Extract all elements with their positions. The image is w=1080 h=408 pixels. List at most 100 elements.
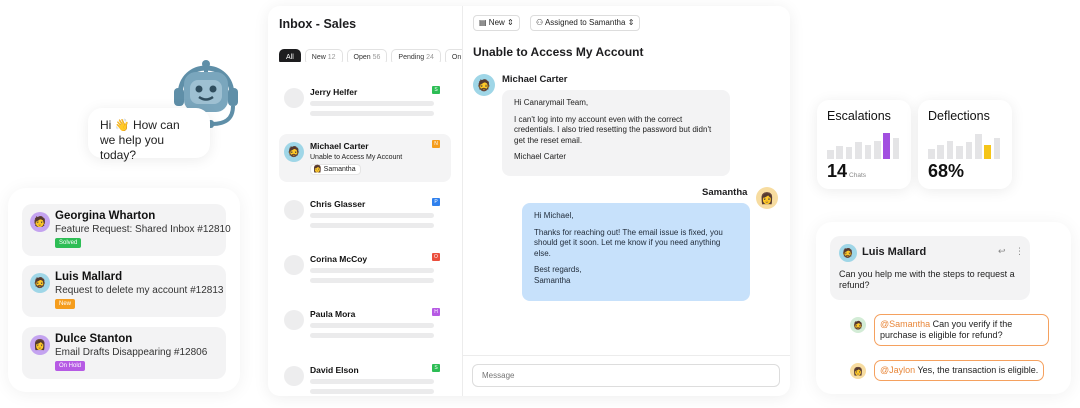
message-line: Michael Carter (514, 152, 567, 161)
ticket-subject: Request to delete my account #12813 (55, 285, 224, 296)
filter-all[interactable]: All (279, 49, 301, 62)
preview-placeholder (310, 389, 434, 394)
conversation-row[interactable]: Paula Mora H (279, 302, 451, 350)
list-item[interactable]: 🧔 Luis Mallard Request to delete my acco… (22, 265, 226, 317)
reply-icon[interactable]: ↩ (998, 246, 1006, 257)
mention-tag[interactable]: @Samantha (880, 319, 930, 329)
bar (874, 141, 881, 159)
contact-name: Michael Carter (310, 141, 369, 151)
status-badge: On Hold (55, 361, 86, 371)
bar (965, 142, 973, 159)
user-icon: ⚇ (536, 18, 544, 27)
deflections-bars (928, 133, 1002, 159)
filter-tabs: All New 12 Open 56 Pending 24 On (279, 46, 462, 62)
agent-message: Hi Michael, Thanks for reaching out! The… (522, 203, 750, 301)
message-text: Can you help me with the steps to reques… (839, 269, 1015, 290)
message-line: Hi Michael, (534, 211, 574, 220)
filter-count: 56 (372, 54, 381, 61)
list-item[interactable]: 👩 Dulce Stanton Email Drafts Disappearin… (22, 327, 226, 379)
status-badge: P (432, 198, 440, 206)
conversation-row[interactable]: David Elson S (279, 358, 451, 396)
preview-placeholder (310, 213, 434, 218)
sender-name: Samantha (702, 187, 748, 198)
filter-label: On (451, 54, 462, 61)
contact-name: Corina McCoy (310, 254, 368, 264)
message-line: Hi Canarymail Team, (514, 98, 589, 107)
filter-open[interactable]: Open 56 (346, 49, 388, 62)
bar (993, 138, 1001, 159)
avatar: 🧔 (850, 317, 866, 333)
mention-message: 🧔 @Samantha Can you verify if the purcha… (850, 314, 1060, 346)
assignee-dropdown[interactable]: ⚇ Assigned to Samantha ⇕ (530, 15, 641, 31)
more-icon[interactable]: ⋮ (1015, 246, 1024, 257)
preview-placeholder (310, 223, 434, 228)
filter-new[interactable]: New 12 (304, 49, 343, 62)
bar (956, 146, 963, 159)
filter-count: 12 (327, 54, 336, 61)
status-icon: ▤ (479, 18, 487, 27)
bar (937, 145, 944, 159)
stat-value: 68% (928, 161, 964, 182)
chevron-updown-icon: ⇕ (507, 18, 514, 27)
ticket-subject: Email Drafts Disappearing #12806 (55, 347, 208, 358)
bar (827, 150, 834, 159)
bar (855, 142, 862, 159)
bar (984, 145, 991, 159)
bar (946, 141, 954, 159)
filter-count: 24 (426, 54, 434, 61)
filter-pending[interactable]: Pending 24 (391, 49, 441, 62)
contact-name: Jerry Helfer (310, 87, 358, 97)
bar (836, 146, 843, 159)
customer-message-card: 🧔 Luis Mallard ↩ ⋮ Can you help me with … (830, 236, 1030, 300)
status-badge: Solved (55, 238, 82, 248)
bar (883, 133, 890, 159)
customer-message: Hi Canarymail Team, I can't log into my … (502, 90, 730, 176)
contact-name: Luis Mallard (55, 271, 123, 283)
bar (892, 138, 900, 159)
message-line: Best regards, Samantha (534, 265, 582, 285)
stat-value: 14 Chats (827, 161, 866, 182)
filter-label: All (286, 54, 294, 61)
internal-chat-card: 🧔 Luis Mallard ↩ ⋮ Can you help me with … (816, 222, 1071, 394)
composer (462, 355, 790, 396)
assignee-name: Samantha (323, 166, 356, 173)
status-badge: S (432, 364, 440, 372)
preview-placeholder (310, 101, 434, 106)
mention-tag[interactable]: @Jaylon (880, 365, 915, 375)
status-value: New (488, 18, 505, 27)
list-item[interactable]: 🧑 Georgina Wharton Feature Request: Shar… (22, 204, 231, 256)
mention-bubble: @Samantha Can you verify if the purchase… (874, 314, 1049, 346)
filter-label: Pending (398, 54, 425, 61)
contact-name: Georgina Wharton (55, 210, 156, 222)
conversation-row[interactable]: Corina McCoy O (279, 247, 451, 295)
avatar: 🧔 (473, 74, 495, 96)
preview-placeholder (310, 333, 434, 338)
conversation-row[interactable]: Chris Glasser P (279, 192, 451, 240)
stat-title: Deflections (928, 109, 990, 123)
pane-divider (462, 6, 463, 396)
contact-name: David Elson (310, 365, 359, 375)
conversation-row[interactable]: Jerry Helfer S (279, 80, 451, 128)
avatar: 👩 (850, 363, 866, 379)
avatar (284, 200, 304, 220)
avatar: 🧑 (30, 212, 50, 232)
avatar-emoji: 🧑 (33, 216, 47, 228)
status-badge: H (432, 308, 440, 316)
recent-tickets-panel: 🧑 Georgina Wharton Feature Request: Shar… (8, 188, 240, 392)
assignee-value: Assigned to Samantha (544, 18, 626, 27)
filter-on-hold[interactable]: On (444, 49, 462, 62)
escalations-bars (827, 133, 901, 159)
stat-number: 68% (928, 161, 965, 181)
chevron-updown-icon: ⇕ (627, 18, 635, 27)
stat-title: Escalations (827, 109, 891, 123)
filter-label: Open (353, 54, 371, 61)
contact-name: Paula Mora (310, 309, 356, 319)
conversation-row-selected[interactable]: 🧔 Michael Carter Unable to Access My Acc… (279, 134, 451, 182)
message-input[interactable] (472, 364, 780, 387)
avatar (284, 310, 304, 330)
avatar-emoji: 🧔 (33, 277, 47, 289)
status-badge: N (432, 140, 440, 148)
inbox-window: Inbox - Sales All New 12 Open 56 Pending 24… (268, 6, 790, 396)
status-dropdown[interactable]: ▤ New ⇕ (473, 15, 520, 31)
contact-name: Chris Glasser (310, 199, 366, 209)
